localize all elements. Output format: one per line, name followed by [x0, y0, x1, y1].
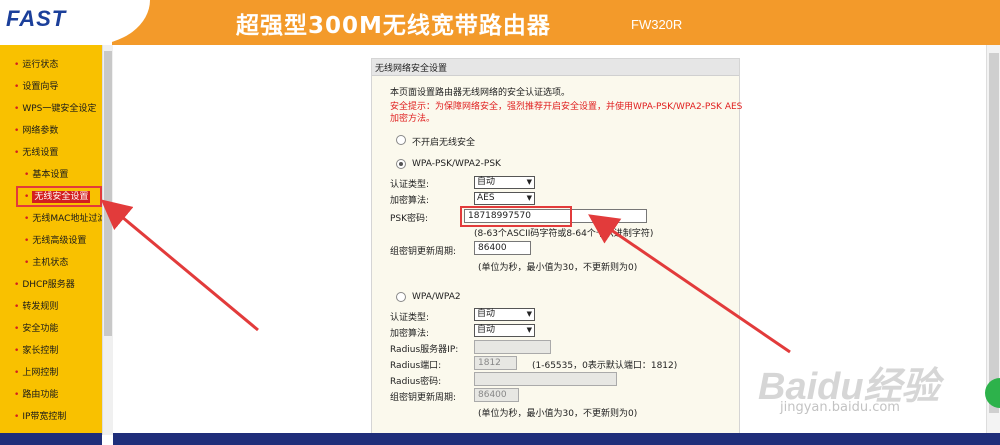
wpa-enc-label: 加密算法: [390, 329, 430, 339]
psk-enc-value: AES [477, 193, 495, 203]
psk-period-label: 组密钥更新周期: [390, 247, 457, 257]
psk-auth-select[interactable]: 自动 ▼ [474, 176, 535, 189]
chevron-down-icon: ▼ [526, 310, 532, 318]
radius-ip-input[interactable] [474, 340, 551, 354]
sidebar-item-wizard[interactable]: • 设置向导 [14, 79, 58, 93]
sidebar: • 运行状态 • 设置向导 • WPS一键安全设定 • 网络参数 • 无线设置 • 基本设置… [0, 45, 106, 435]
sidebar-item-routing[interactable]: • 路由功能 [14, 387, 58, 401]
panel-title: 无线网络安全设置 [375, 64, 448, 74]
psk-enc-select[interactable]: AES ▼ [474, 192, 535, 205]
model-label: FW320R [631, 17, 683, 32]
sidebar-footer-bar [0, 433, 102, 445]
chevron-down-icon: ▼ [526, 326, 532, 334]
radius-port-input[interactable]: 1812 [474, 356, 517, 370]
sidebar-item-security[interactable]: • 安全功能 [14, 321, 58, 335]
intro-text: 本页面设置路由器无线网络的安全认证选项。 [390, 88, 571, 98]
logo-area: FAST [0, 0, 112, 45]
radius-port-value: 1812 [478, 358, 501, 368]
wpa-period-input[interactable]: 86400 [474, 388, 519, 402]
psk-auth-value: 自动 [477, 177, 496, 187]
sidebar-scroll-thumb[interactable] [104, 51, 112, 336]
sidebar-item-dhcp[interactable]: • DHCP服务器 [14, 277, 75, 291]
radio-no-security[interactable] [396, 135, 406, 145]
wpa-period-label: 组密钥更新周期: [390, 393, 457, 403]
header-bar: FAST 超强型300M无线宽带路由器 FW320R [0, 0, 1000, 45]
wpa-auth-select[interactable]: 自动 ▼ [474, 308, 535, 321]
psk-enc-label: 加密算法: [390, 196, 430, 206]
option-no-security-label: 不开启无线安全 [412, 138, 476, 148]
sidebar-item-mac-filter[interactable]: • 无线MAC地址过滤 [24, 211, 106, 225]
sidebar-item-forwarding[interactable]: • 转发规则 [14, 299, 58, 313]
psk-highlight-box [460, 206, 572, 227]
sidebar-item-basic[interactable]: • 基本设置 [24, 167, 68, 181]
fast-logo: FAST [6, 6, 67, 31]
footer-bar [113, 433, 1000, 445]
psk-period-hint: (单位为秒，最小值为30，不更新则为0) [478, 263, 638, 273]
sidebar-item-bandwidth[interactable]: • IP带宽控制 [14, 409, 66, 423]
security-warning-line1: 安全提示：为保障网络安全，强烈推荐开启安全设置，并使用WPA-PSK/WPA2-… [390, 102, 743, 112]
arrow-to-sidebar [100, 199, 259, 332]
option-wpa-psk-label: WPA-PSK/WPA2-PSK [412, 159, 501, 169]
chevron-down-icon: ▼ [526, 178, 532, 186]
psk-period-value: 86400 [478, 243, 507, 253]
option-wpa-label: WPA/WPA2 [412, 292, 461, 302]
main-scrollbar[interactable] [986, 45, 1000, 433]
wpa-period-value: 86400 [478, 390, 507, 400]
main-scroll-thumb[interactable] [989, 53, 999, 413]
wpa-auth-label: 认证类型: [390, 313, 430, 323]
wpa-enc-select[interactable]: 自动 ▼ [474, 324, 535, 337]
psk-auth-label: 认证类型: [390, 180, 430, 190]
sidebar-item-advanced[interactable]: • 无线高级设置 [24, 233, 86, 247]
baidu-watermark-url: jingyan.baidu.com [780, 400, 900, 415]
chevron-down-icon: ▼ [526, 194, 532, 202]
psk-key-label: PSK密码: [390, 214, 429, 224]
radius-port-label: Radius端口: [390, 361, 442, 371]
sidebar-item-network[interactable]: • 网络参数 [14, 123, 58, 137]
sidebar-highlight-box [16, 186, 102, 207]
psk-period-input[interactable]: 86400 [474, 241, 531, 255]
panel-header: 无线网络安全设置 [372, 59, 739, 76]
wpa-auth-value: 自动 [477, 309, 496, 319]
wireless-security-panel: 无线网络安全设置 本页面设置路由器无线网络的安全认证选项。 安全提示：为保障网络… [371, 58, 743, 435]
security-warning-line2: 加密方法。 [390, 114, 436, 124]
page-title: 超强型300M无线宽带路由器 [236, 13, 551, 39]
radio-wpa-psk[interactable] [396, 159, 406, 169]
radius-password-label: Radius密码: [390, 377, 442, 387]
sidebar-item-wireless[interactable]: • 无线设置 [14, 145, 58, 159]
psk-key-hint: (8-63个ASCII码字符或8-64个十六进制字符) [474, 229, 654, 239]
radio-wpa-wpa2[interactable] [396, 292, 406, 302]
wpa-enc-value: 自动 [477, 325, 496, 335]
radius-port-hint: (1-65535，0表示默认端口：1812) [532, 361, 678, 371]
radius-ip-label: Radius服务器IP: [390, 345, 459, 355]
wpa-period-hint: (单位为秒，最小值为30，不更新则为0) [478, 409, 638, 419]
radius-password-input[interactable] [474, 372, 617, 386]
sidebar-item-status[interactable]: • 运行状态 [14, 57, 58, 71]
sidebar-item-access-control[interactable]: • 上网控制 [14, 365, 58, 379]
sidebar-item-host-status[interactable]: • 主机状态 [24, 255, 68, 269]
sidebar-item-wps[interactable]: • WPS一键安全设定 [14, 101, 96, 115]
sidebar-item-parental[interactable]: • 家长控制 [14, 343, 58, 357]
sidebar-scrollbar[interactable] [102, 45, 113, 435]
